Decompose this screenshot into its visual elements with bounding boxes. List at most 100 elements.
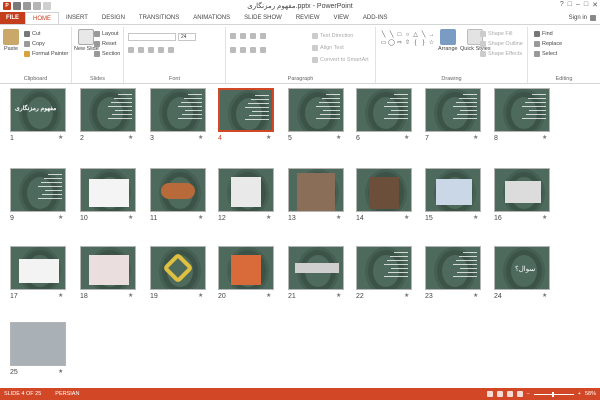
slide-thumbnail[interactable]: 8 ★ — [494, 88, 558, 144]
line-shape-icon[interactable]: ╲ — [420, 31, 427, 38]
layout-button[interactable]: Layout — [94, 31, 119, 37]
zoom-level[interactable]: 58% — [585, 391, 596, 397]
transition-star-icon[interactable]: ★ — [336, 214, 341, 221]
slide-thumbnail[interactable]: 11 ★ — [150, 168, 214, 224]
slide-thumbnail[interactable]: 3 ★ — [150, 88, 214, 144]
increase-indent-icon[interactable] — [260, 33, 266, 39]
transition-star-icon[interactable]: ★ — [542, 134, 547, 141]
slide-thumbnail[interactable]: 2 ★ — [80, 88, 144, 144]
transition-star-icon[interactable]: ★ — [542, 292, 547, 299]
slideshow-view-icon[interactable] — [516, 391, 523, 397]
tab-home[interactable]: HOME — [25, 12, 59, 24]
slide-preview[interactable] — [10, 246, 66, 290]
slide-preview[interactable] — [218, 168, 274, 212]
transition-star-icon[interactable]: ★ — [266, 292, 271, 299]
sign-in[interactable]: Sign in — [569, 15, 596, 21]
slide-preview[interactable] — [10, 168, 66, 212]
align-center-icon[interactable] — [240, 47, 246, 53]
arrow-shape-icon[interactable]: → — [428, 31, 435, 38]
slide-preview[interactable] — [356, 168, 412, 212]
justify-icon[interactable] — [260, 47, 266, 53]
transition-star-icon[interactable]: ★ — [58, 292, 63, 299]
transition-star-icon[interactable]: ★ — [473, 214, 478, 221]
close-button[interactable]: ✕ — [592, 1, 598, 9]
save-icon[interactable] — [13, 2, 21, 10]
arrow-shape-icon[interactable]: ⇨ — [396, 39, 403, 46]
slide-preview[interactable] — [150, 88, 206, 132]
slide-thumbnail[interactable]: 12 ★ — [218, 168, 282, 224]
decrease-indent-icon[interactable] — [250, 33, 256, 39]
transition-star-icon[interactable]: ★ — [473, 134, 478, 141]
cut-button[interactable]: Cut — [24, 31, 41, 37]
transition-star-icon[interactable]: ★ — [266, 134, 271, 141]
slide-preview[interactable] — [288, 246, 344, 290]
redo-icon[interactable] — [33, 2, 41, 10]
transition-star-icon[interactable]: ★ — [336, 134, 341, 141]
font-color-icon[interactable] — [168, 47, 174, 53]
slide-thumbnail[interactable]: 16 ★ — [494, 168, 558, 224]
slide-thumbnail[interactable]: 19 ★ — [150, 246, 214, 302]
normal-view-icon[interactable] — [486, 391, 493, 397]
transition-star-icon[interactable]: ★ — [198, 134, 203, 141]
zoom-in-button[interactable]: + — [578, 391, 581, 397]
start-slideshow-icon[interactable] — [43, 2, 51, 10]
line-shape-icon[interactable]: ╲ — [388, 31, 395, 38]
sign-in-label[interactable]: Sign in — [569, 15, 587, 21]
transition-star-icon[interactable]: ★ — [128, 134, 133, 141]
shape-effects-button[interactable]: Shape Effects — [480, 51, 522, 57]
slide-preview[interactable] — [80, 168, 136, 212]
shape-outline-button[interactable]: Shape Outline — [480, 41, 523, 47]
slide-thumbnail[interactable]: 15 ★ — [425, 168, 489, 224]
section-button[interactable]: Section — [94, 51, 120, 57]
format-painter-button[interactable]: Format Painter — [24, 51, 68, 57]
brace-shape-icon[interactable]: { — [412, 39, 419, 46]
align-left-icon[interactable] — [230, 47, 236, 53]
convert-smartart-button[interactable]: Convert to SmartArt — [312, 57, 369, 63]
star-shape-icon[interactable]: ☆ — [428, 39, 435, 46]
slide-preview[interactable] — [288, 168, 344, 212]
shapes-gallery[interactable]: ╲ ╲ □ ○ △ ╲ → ▭ ◯ ⇨ ⇧{} ☆ — [380, 31, 435, 61]
slide-thumbnail[interactable]: 23 ★ — [425, 246, 489, 302]
rectangle-shape-icon[interactable]: ▭ — [380, 39, 387, 46]
slide-thumbnail[interactable]: 5 ★ — [288, 88, 352, 144]
replace-button[interactable]: Replace — [534, 41, 562, 47]
oval-shape-icon[interactable]: ◯ — [388, 39, 395, 46]
slide-preview[interactable]: سوال؟ — [494, 246, 550, 290]
copy-button[interactable]: Copy — [24, 41, 45, 47]
transition-star-icon[interactable]: ★ — [128, 214, 133, 221]
numbering-icon[interactable] — [240, 33, 246, 39]
slide-thumbnail[interactable]: سوال؟ 24 ★ — [494, 246, 558, 302]
tab-review[interactable]: REVIEW — [289, 12, 327, 24]
maximize-button[interactable]: □ — [584, 1, 588, 9]
slide-thumbnail[interactable]: مفهوم رمزنگاری 1 ★ — [10, 88, 74, 144]
font-name-field[interactable] — [128, 33, 176, 41]
slide-thumbnail[interactable]: 18 ★ — [80, 246, 144, 302]
slide-preview[interactable] — [425, 88, 481, 132]
minimize-button[interactable]: – — [576, 1, 580, 9]
tab-slide-show[interactable]: SLIDE SHOW — [237, 12, 289, 24]
slide-thumbnail[interactable]: 17 ★ — [10, 246, 74, 302]
paste-button[interactable]: Paste — [3, 29, 19, 52]
slide-thumbnail[interactable]: 20 ★ — [218, 246, 282, 302]
slide-thumbnail[interactable]: 14 ★ — [356, 168, 420, 224]
transition-star-icon[interactable]: ★ — [198, 214, 203, 221]
strikethrough-icon[interactable] — [158, 47, 164, 53]
slide-preview[interactable]: مفهوم رمزنگاری — [10, 88, 66, 132]
slide-thumbnail[interactable]: 10 ★ — [80, 168, 144, 224]
transition-star-icon[interactable]: ★ — [58, 368, 63, 375]
slide-preview[interactable] — [150, 246, 206, 290]
bullets-icon[interactable] — [230, 33, 236, 39]
slide-preview[interactable] — [218, 246, 274, 290]
align-right-icon[interactable] — [250, 47, 256, 53]
select-button[interactable]: Select — [534, 51, 557, 57]
find-button[interactable]: Find — [534, 31, 553, 37]
slide-preview[interactable] — [356, 88, 412, 132]
italic-icon[interactable] — [138, 47, 144, 53]
slide-thumbnail[interactable]: 22 ★ — [356, 246, 420, 302]
slide-preview[interactable] — [425, 246, 481, 290]
brace-shape-icon[interactable]: } — [420, 39, 427, 46]
slide-preview[interactable] — [10, 322, 66, 366]
transition-star-icon[interactable]: ★ — [473, 292, 478, 299]
language-indicator[interactable]: PERSIAN — [41, 391, 79, 397]
ribbon-display-options-button[interactable]: □ — [568, 1, 572, 9]
